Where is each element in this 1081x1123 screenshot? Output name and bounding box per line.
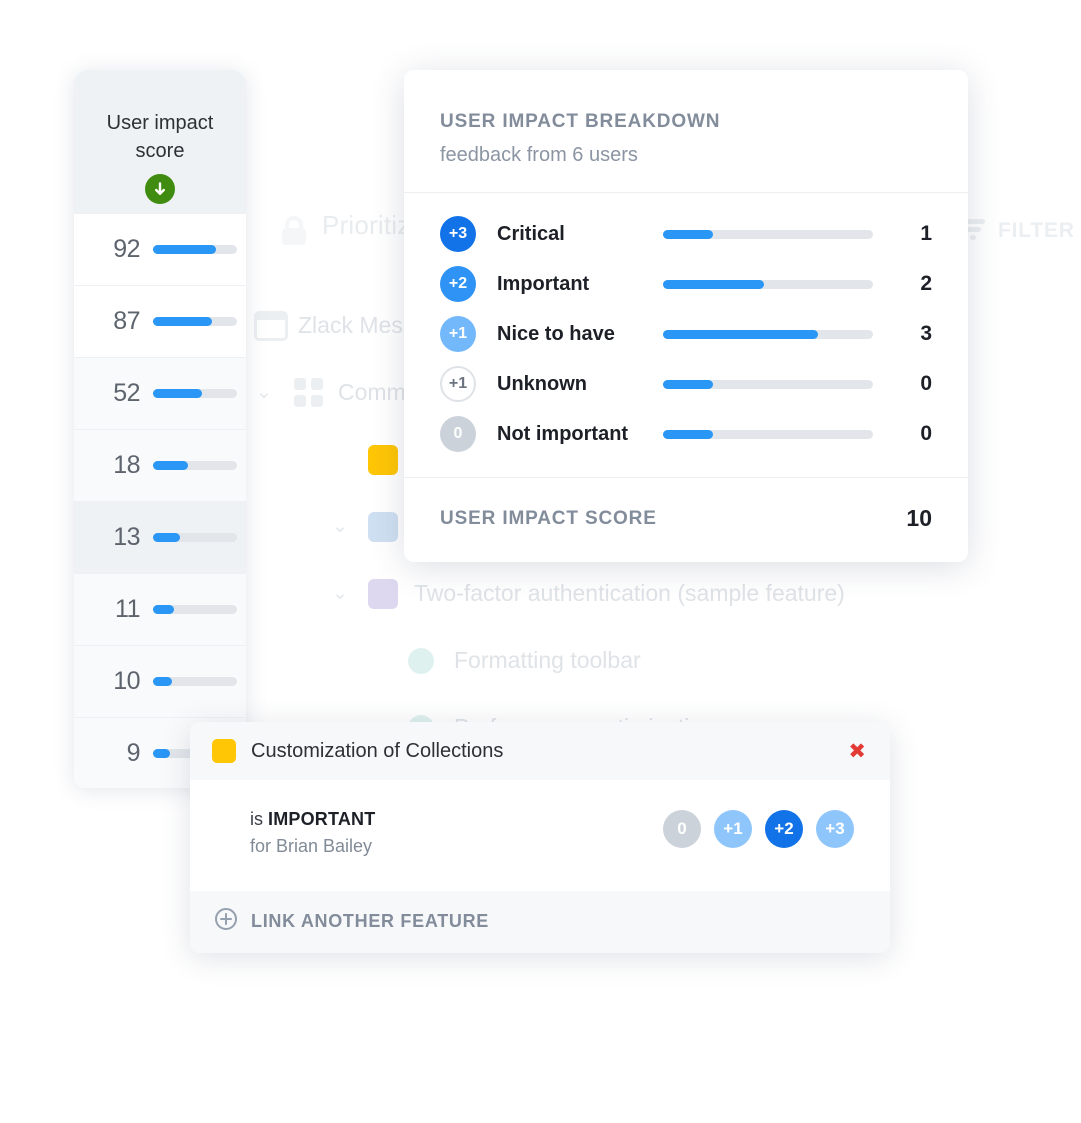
- link-another-feature-label: LINK ANOTHER FEATURE: [251, 911, 489, 932]
- user-impact-score-value: 10: [906, 505, 932, 531]
- score-bar: [153, 605, 237, 614]
- importance-rating-pill[interactable]: +3: [816, 810, 854, 848]
- filter-button[interactable]: FILTER: [960, 216, 1075, 245]
- breakdown-row: +2 Important 2: [440, 259, 932, 309]
- score-row[interactable]: 92: [74, 213, 246, 285]
- background-tree-row[interactable]: Formatting toolbar: [112, 627, 1081, 694]
- score-row[interactable]: 87: [74, 285, 246, 357]
- impact-badge: +3: [440, 216, 476, 252]
- score-value: 11: [115, 595, 140, 623]
- score-row-list: 92 87 52 18 13 11 10 9: [74, 213, 246, 788]
- breakdown-count: 0: [920, 372, 932, 395]
- importance-rating-group: 0 +1 +2 +3: [663, 806, 854, 848]
- impact-badge: 0: [440, 416, 476, 452]
- modal-subtitle: feedback from 6 users: [440, 144, 638, 166]
- feature-card-title: Customization of Collections: [251, 739, 504, 762]
- user-impact-score-label: USER IMPACT SCORE: [440, 507, 657, 529]
- breakdown-bar: [663, 229, 873, 239]
- user-impact-score-panel: User impact score 92 87 52 18 13 11 10 9: [74, 70, 246, 788]
- breakdown-count: 2: [920, 272, 932, 295]
- background-tree-row-label: Two-factor authentication (sample featur…: [414, 580, 845, 606]
- breakdown-bar: [663, 429, 873, 439]
- chevron-icon[interactable]: ⌄: [332, 517, 348, 536]
- score-value: 92: [113, 235, 140, 263]
- breakdown-row: +3 Critical 1: [440, 209, 932, 259]
- breakdown-row: +1 Unknown 0: [440, 359, 932, 409]
- score-row[interactable]: 11: [74, 573, 246, 645]
- modal-header: USER IMPACT BREAKDOWN feedback from 6 us…: [404, 70, 968, 193]
- grid-icon: [294, 377, 324, 408]
- chevron-icon[interactable]: ⌄: [256, 383, 272, 402]
- background-tree-row[interactable]: ⌄ Two-factor authentication (sample featu…: [112, 560, 1081, 627]
- for-user-label: for Brian Bailey: [250, 836, 373, 857]
- impact-badge: +1: [440, 366, 476, 402]
- breakdown-count: 1: [920, 222, 932, 245]
- breakdown-bar: [663, 329, 873, 339]
- score-row[interactable]: 10: [74, 645, 246, 717]
- window-icon: [254, 310, 288, 341]
- breakdown-row-label: Critical: [497, 222, 565, 245]
- is-label: is: [250, 809, 268, 829]
- breakdown-bar: [663, 279, 873, 289]
- breakdown-row-list: +3 Critical 1 +2 Important 2 +1 Nice to have 3 +1…: [404, 193, 968, 478]
- breakdown-bar: [663, 379, 873, 389]
- breakdown-count: 0: [920, 422, 932, 445]
- plus-circle-icon: [214, 907, 238, 936]
- feature-importance-text: is IMPORTANT for Brian Bailey: [250, 806, 375, 861]
- feature-color-chip: [368, 578, 398, 609]
- importance-value: IMPORTANT: [268, 809, 376, 829]
- modal-footer: USER IMPACT SCORE 10: [404, 478, 968, 562]
- score-bar: [153, 317, 237, 326]
- score-value: 18: [113, 451, 140, 479]
- score-value: 10: [113, 667, 140, 695]
- score-value: 13: [113, 523, 140, 551]
- score-bar: [153, 389, 237, 398]
- impact-badge: +2: [440, 266, 476, 302]
- feature-link-card: Customization of Collections ✖ is IMPORT…: [190, 722, 890, 953]
- score-panel-title-line1: User impact: [106, 112, 214, 134]
- breakdown-count: 3: [920, 322, 932, 345]
- breakdown-row-label: Nice to have: [497, 322, 615, 345]
- breakdown-row: 0 Not important 0: [440, 409, 932, 459]
- score-panel-title-line2: score: [135, 139, 185, 162]
- score-value: 52: [113, 379, 140, 407]
- score-bar: [153, 461, 237, 470]
- feature-card-body: is IMPORTANT for Brian Bailey 0 +1 +2 +3: [190, 780, 890, 891]
- breakdown-row: +1 Nice to have 3: [440, 309, 932, 359]
- filter-label: FILTER: [998, 218, 1075, 242]
- breakdown-row-label: Unknown: [497, 372, 587, 395]
- feature-color-chip: [212, 739, 236, 763]
- score-value: 9: [126, 739, 141, 767]
- score-row[interactable]: 13: [74, 501, 246, 573]
- breakdown-row-label: Not important: [497, 422, 629, 445]
- modal-title: USER IMPACT BREAKDOWN: [440, 111, 721, 132]
- app-root: Prioritization FILTER ›Zlack Messenger⌄C…: [0, 0, 1081, 1123]
- score-bar: [153, 533, 237, 542]
- importance-rating-pill[interactable]: 0: [663, 810, 701, 848]
- breakdown-row-label: Important: [497, 272, 590, 295]
- chevron-icon[interactable]: ⌄: [332, 584, 348, 603]
- feature-color-chip: [368, 511, 398, 542]
- close-icon[interactable]: ✖: [848, 741, 866, 762]
- arrow-down-icon[interactable]: [145, 174, 175, 205]
- score-bar: [153, 677, 237, 686]
- importance-rating-pill[interactable]: +1: [714, 810, 752, 848]
- score-panel-header: User impact score: [74, 70, 246, 213]
- score-bar: [153, 245, 237, 254]
- link-another-feature-button[interactable]: LINK ANOTHER FEATURE: [214, 907, 489, 936]
- feature-color-chip: [368, 444, 398, 475]
- score-panel-title: User impact score: [107, 110, 214, 165]
- score-value: 87: [113, 307, 140, 335]
- impact-badge: +1: [440, 316, 476, 352]
- importance-rating-pill[interactable]: +2: [765, 810, 803, 848]
- lock-icon: [280, 216, 308, 246]
- feature-card-footer: LINK ANOTHER FEATURE: [190, 890, 890, 953]
- background-tree-row-label: Formatting toolbar: [454, 647, 641, 673]
- score-row[interactable]: 18: [74, 429, 246, 501]
- feature-card-header: Customization of Collections ✖: [190, 722, 890, 780]
- user-impact-breakdown-modal: USER IMPACT BREAKDOWN feedback from 6 us…: [404, 70, 968, 562]
- status-dot-icon: [408, 647, 434, 674]
- score-row[interactable]: 52: [74, 357, 246, 429]
